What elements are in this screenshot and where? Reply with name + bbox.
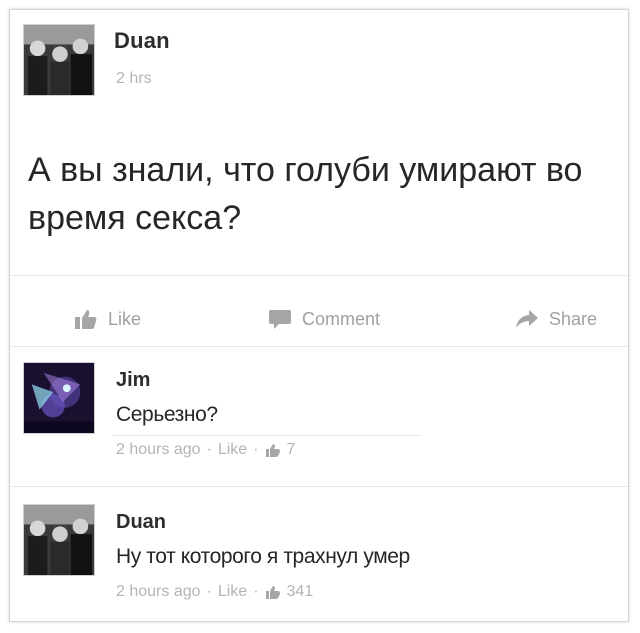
separator-dot: · [253,583,259,600]
divider [10,346,628,347]
comment-text: Серьезно? [116,403,218,426]
post-author-name[interactable]: Duan [114,28,170,54]
comment-label: Comment [302,308,381,329]
share-arrow-icon [516,310,538,328]
thumbs-up-icon [265,444,280,457]
share-button[interactable]: Share [515,305,597,333]
separator-dot: · [206,583,212,600]
abstract-art-icon [24,363,94,433]
comment-text: Ну тот которого я трахнул умер [116,545,410,568]
comment-author-name[interactable]: Jim [116,369,150,392]
comment-like-count[interactable]: 7 [287,441,296,459]
comment-timestamp[interactable]: 2 hours ago [116,441,201,459]
group-photo-icon [24,25,94,95]
thumbs-up-icon [265,586,280,599]
comment-timestamp[interactable]: 2 hours ago [116,583,201,601]
comment-button[interactable]: Comment [268,305,380,333]
comment-bubble-icon [269,310,291,329]
group-photo-icon [24,505,94,575]
comment-like-count[interactable]: 341 [287,583,314,601]
thumbs-up-icon [75,310,97,329]
like-label: Like [108,308,142,329]
post-author-avatar[interactable] [23,24,95,96]
divider [112,435,422,436]
divider [10,486,628,487]
facebook-post-card: Duan 2 hrs А вы знали, что голуби умираю… [9,9,629,622]
divider [10,275,628,276]
post-text: А вы знали, что голуби умирают во время … [28,151,583,237]
like-button[interactable]: Like [74,305,141,333]
comment-like-link[interactable]: Like [218,583,247,601]
separator-dot: · [206,441,212,458]
post-timestamp[interactable]: 2 hrs [116,70,152,88]
comment-like-link[interactable]: Like [218,441,247,459]
comment-meta: 2 hours ago · Like · 7 [116,441,295,459]
comment-meta: 2 hours ago · Like · 341 [116,583,313,601]
comment-author-avatar[interactable] [23,504,95,576]
comment-author-avatar[interactable] [23,362,95,434]
separator-dot: · [253,441,259,458]
comment-author-name[interactable]: Duan [116,511,166,534]
share-label: Share [549,308,598,329]
